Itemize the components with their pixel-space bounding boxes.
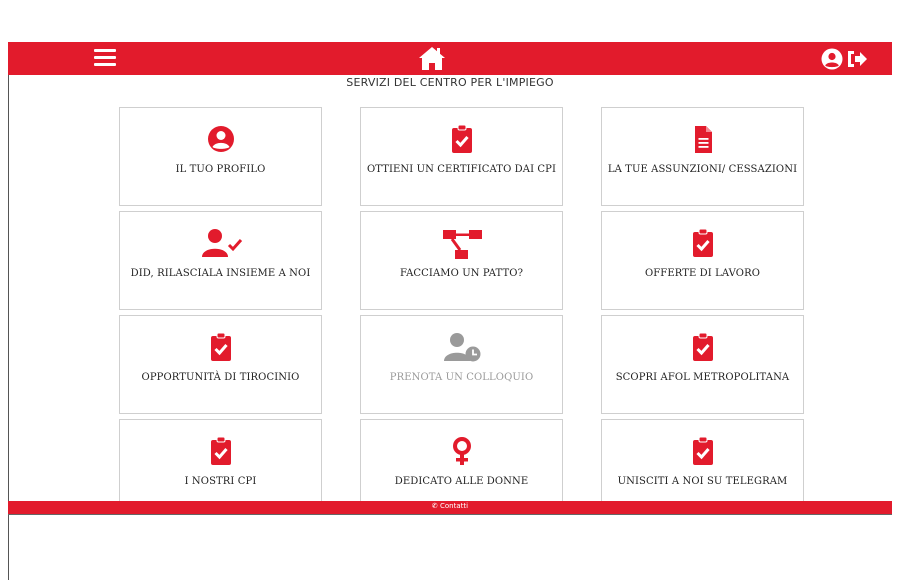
clipboard-check-icon: [692, 332, 713, 361]
card-afol[interactable]: SCOPRI AFOL METROPOLITANA: [601, 315, 804, 414]
footer-bar: ✆ Contatti: [8, 501, 892, 514]
card-donne[interactable]: DEDICATO ALLE DONNE: [360, 419, 563, 501]
menu-icon[interactable]: [94, 49, 116, 68]
venus-icon: [452, 437, 471, 465]
home-icon[interactable]: [418, 45, 446, 71]
card-certificato[interactable]: OTTIENI UN CERTIFICATO DAI CPI: [360, 107, 563, 206]
card-colloquio[interactable]: PRENOTA UN COLLOQUIO: [360, 315, 563, 414]
document-icon: [694, 126, 712, 153]
card-profilo[interactable]: IL TUO PROFILO: [119, 107, 322, 206]
card-assunzioni[interactable]: LA TUE ASSUNZIONI/ CESSAZIONI: [601, 107, 804, 206]
card-cpi[interactable]: I NOSTRI CPI: [119, 419, 322, 501]
card-tirocinio[interactable]: OPPORTUNITÀ DI TIROCINIO: [119, 315, 322, 414]
clipboard-check-icon: [210, 332, 231, 361]
clipboard-check-icon: [451, 124, 472, 153]
contact-label: Contatti: [440, 502, 469, 510]
card-offerte[interactable]: OFFERTE DI LAVORO: [601, 211, 804, 310]
user-circle-icon: [207, 126, 234, 152]
card-label: DEDICATO ALLE DONNE: [394, 476, 529, 487]
card-label: UNISCITI A NOI SU TELEGRAM: [617, 476, 788, 487]
card-did[interactable]: DID, RILASCIALA INSIEME A NOI: [119, 211, 322, 310]
card-label: OTTIENI UN CERTIFICATO DAI CPI: [366, 164, 557, 175]
card-patto[interactable]: FACCIAMO UN PATTO?: [360, 211, 563, 310]
card-label: I NOSTRI CPI: [184, 476, 257, 487]
clipboard-check-icon: [692, 228, 713, 257]
card-label: OPPORTUNITÀ DI TIROCINIO: [141, 372, 300, 383]
card-label: PRENOTA UN COLLOQUIO: [389, 372, 534, 383]
card-label: IL TUO PROFILO: [175, 164, 266, 175]
logout-icon[interactable]: [846, 49, 868, 69]
user-circle-icon[interactable]: [820, 48, 844, 70]
phone-icon: ✆: [431, 502, 438, 510]
card-label: DID, RILASCIALA INSIEME A NOI: [130, 268, 311, 279]
card-label: LA TUE ASSUNZIONI/ CESSAZIONI: [607, 164, 798, 175]
sitemap-icon: [442, 230, 482, 259]
card-label: OFFERTE DI LAVORO: [644, 268, 761, 279]
card-label: FACCIAMO UN PATTO?: [399, 268, 524, 279]
card-telegram[interactable]: UNISCITI A NOI SU TELEGRAM: [601, 419, 804, 501]
user-check-icon: [201, 229, 242, 257]
clipboard-check-icon: [692, 436, 713, 465]
divider: [8, 514, 892, 515]
page-subtitle: SERVIZI DEL CENTRO PER L'IMPIEGO: [346, 76, 554, 89]
clipboard-check-icon: [210, 436, 231, 465]
user-clock-icon: [443, 333, 480, 362]
contact-link[interactable]: ✆ Contatti: [8, 502, 892, 510]
top-navbar: [8, 42, 892, 75]
card-label: SCOPRI AFOL METROPOLITANA: [615, 372, 790, 383]
